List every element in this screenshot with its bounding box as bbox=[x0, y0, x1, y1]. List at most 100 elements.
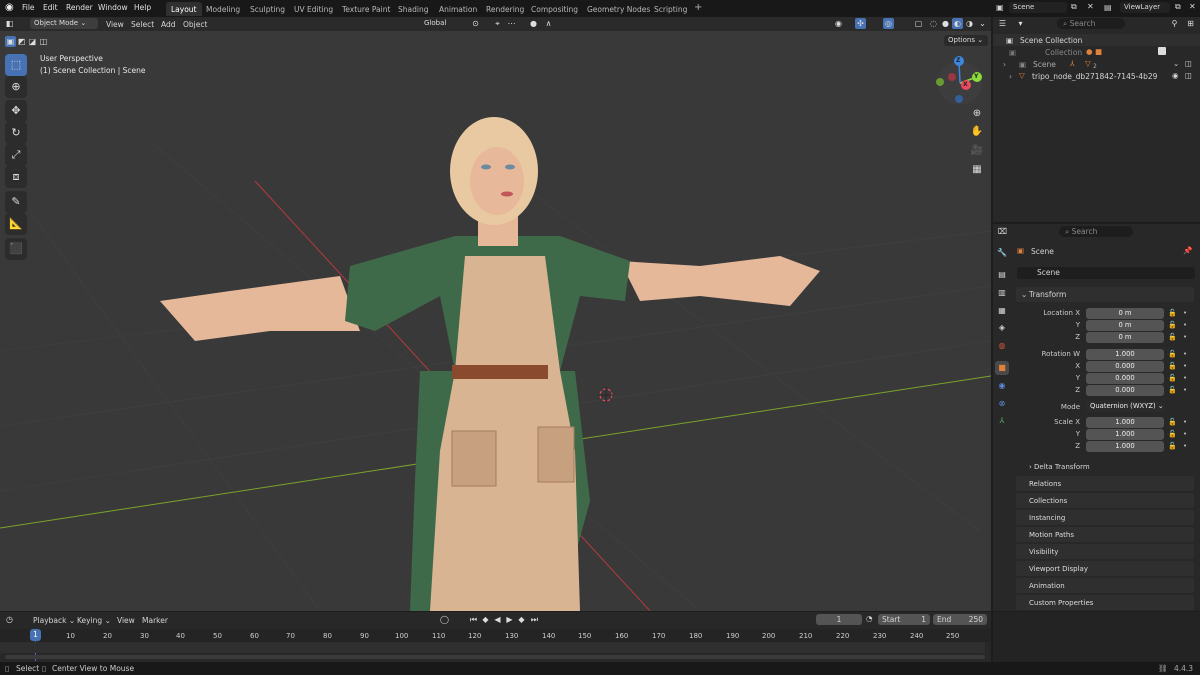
keyframe-dot-icon[interactable]: • bbox=[1183, 386, 1187, 394]
tab-sculpting[interactable]: Sculpting bbox=[245, 2, 290, 16]
expand-icon[interactable]: › bbox=[1003, 60, 1006, 69]
close-scene-icon[interactable]: ✕ bbox=[1087, 2, 1094, 11]
end-frame-field[interactable]: End 250 bbox=[933, 614, 987, 625]
lock-icon[interactable]: 🔓 bbox=[1168, 442, 1177, 450]
menu-edit[interactable]: Edit bbox=[43, 3, 58, 12]
add-workspace-icon[interactable]: + bbox=[694, 2, 702, 13]
lock-icon[interactable]: 🔓 bbox=[1168, 350, 1177, 358]
keyframe-dot-icon[interactable]: • bbox=[1183, 321, 1187, 329]
lock-icon[interactable]: 🔓 bbox=[1168, 321, 1177, 329]
timeline-menu-playback[interactable]: Playback ⌄ bbox=[33, 616, 75, 625]
timeline-track[interactable] bbox=[0, 642, 985, 653]
menu-object[interactable]: Object bbox=[183, 20, 207, 29]
pin-icon[interactable]: 📌 bbox=[1183, 246, 1192, 255]
menu-help[interactable]: Help bbox=[134, 3, 151, 12]
next-keyframe-icon[interactable]: ◆ bbox=[516, 614, 527, 625]
properties-search-input[interactable]: ⌕ Search bbox=[1059, 226, 1133, 237]
properties-editor-icon[interactable]: ⌧ bbox=[997, 226, 1008, 237]
scale-x-field[interactable]: 1.000 bbox=[1086, 417, 1164, 428]
select-subtract-icon[interactable]: ◪ bbox=[27, 36, 38, 47]
render-tab-icon[interactable]: ▤ bbox=[995, 268, 1009, 282]
scene-selector[interactable]: Scene bbox=[1009, 2, 1067, 13]
scale-y-field[interactable]: 1.000 bbox=[1086, 429, 1164, 440]
select-extend-icon[interactable]: ◩ bbox=[16, 36, 27, 47]
perspective-toggle-icon[interactable]: ▦ bbox=[969, 162, 985, 178]
menu-view[interactable]: View bbox=[106, 20, 124, 29]
expand-icon[interactable]: › bbox=[1009, 72, 1012, 81]
location-y-field[interactable]: 0 m bbox=[1086, 320, 1164, 331]
annotate-tool[interactable]: ✎ bbox=[5, 191, 27, 213]
relations-panel[interactable]: Relations bbox=[1016, 476, 1194, 491]
animation-panel[interactable]: Animation bbox=[1016, 578, 1194, 593]
keyframe-dot-icon[interactable]: • bbox=[1183, 350, 1187, 358]
proportional-edit-icon[interactable]: ● bbox=[528, 18, 539, 29]
visibility-panel[interactable]: Visibility bbox=[1016, 544, 1194, 559]
scale-tool[interactable]: ⤢ bbox=[5, 144, 27, 166]
transform-tool[interactable]: ⧈ bbox=[5, 166, 27, 188]
transform-panel-header[interactable]: ⌄ Transform bbox=[1016, 287, 1194, 302]
object-name-field[interactable]: Scene bbox=[1017, 267, 1195, 279]
motion-paths-panel[interactable]: Motion Paths bbox=[1016, 527, 1194, 542]
outliner-root-row[interactable]: ▣ Scene Collection bbox=[993, 34, 1200, 46]
outliner-editor-icon[interactable]: ☰ bbox=[997, 18, 1008, 29]
shading-options-icon[interactable]: ⌄ bbox=[977, 18, 988, 29]
lock-icon[interactable]: 🔓 bbox=[1168, 374, 1177, 382]
timeline-menu-view[interactable]: View bbox=[117, 616, 135, 625]
snap-target-icon[interactable]: ⋯ bbox=[506, 18, 517, 29]
start-frame-field[interactable]: Start 1 bbox=[878, 614, 930, 625]
editor-type-icon[interactable]: ◧ bbox=[4, 18, 15, 29]
gizmo-toggle-icon[interactable]: ✣ bbox=[855, 18, 866, 29]
close-viewlayer-icon[interactable]: ✕ bbox=[1189, 2, 1196, 11]
render-icon[interactable]: ◫ bbox=[1185, 59, 1192, 68]
tool-tab-icon[interactable]: 🔧 bbox=[995, 246, 1009, 260]
timeline-editor-icon[interactable]: ◷ bbox=[4, 614, 15, 625]
timeline-menu-marker[interactable]: Marker bbox=[142, 616, 168, 625]
select-box-tool[interactable]: ⬚ bbox=[5, 54, 27, 76]
rotation-y-field[interactable]: 0.000 bbox=[1086, 373, 1164, 384]
keyframe-dot-icon[interactable]: • bbox=[1183, 442, 1187, 450]
keyframe-dot-icon[interactable]: • bbox=[1183, 430, 1187, 438]
camera-view-icon[interactable]: 🎥 bbox=[969, 143, 985, 159]
tab-compositing[interactable]: Compositing bbox=[526, 2, 583, 16]
menu-render[interactable]: Render bbox=[66, 3, 93, 12]
scale-z-field[interactable]: 1.000 bbox=[1086, 441, 1164, 452]
tab-uv-editing[interactable]: UV Editing bbox=[289, 2, 338, 16]
render-icon[interactable]: ◫ bbox=[1185, 71, 1192, 80]
copy-scene-icon[interactable]: ⧉ bbox=[1071, 2, 1077, 12]
jump-start-icon[interactable]: ⏮ bbox=[468, 614, 479, 625]
lock-icon[interactable]: 🔓 bbox=[1168, 386, 1177, 394]
location-x-field[interactable]: 0 m bbox=[1086, 308, 1164, 319]
keyframe-dot-icon[interactable]: • bbox=[1183, 333, 1187, 341]
auto-keying-icon[interactable]: ◯ bbox=[439, 614, 450, 625]
menu-add[interactable]: Add bbox=[161, 20, 176, 29]
menu-window[interactable]: Window bbox=[98, 3, 128, 12]
visibility-eye-icon[interactable]: ◉ bbox=[1172, 71, 1179, 80]
rotation-mode-dropdown[interactable]: Quaternion (WXYZ) ⌄ bbox=[1086, 401, 1164, 412]
jump-end-icon[interactable]: ⏭ bbox=[529, 614, 540, 625]
scene-icon[interactable]: ▣ bbox=[996, 3, 1004, 12]
3d-viewport[interactable]: X Y Z User Perspective (1) Scene Collect… bbox=[0, 31, 991, 611]
menu-file[interactable]: File bbox=[22, 3, 35, 12]
timeline-menu-keying[interactable]: Keying ⌄ bbox=[77, 616, 111, 625]
snap-icon[interactable]: ⌖ bbox=[492, 18, 503, 29]
delta-transform-subpanel[interactable]: › Delta Transform bbox=[1024, 460, 1194, 474]
location-z-field[interactable]: 0 m bbox=[1086, 332, 1164, 343]
keyframe-dot-icon[interactable]: • bbox=[1183, 418, 1187, 426]
play-icon[interactable]: ▶ bbox=[504, 614, 515, 625]
outliner-row[interactable]: ▣ Collection ● ■ bbox=[993, 46, 1200, 58]
options-button[interactable]: Options ⌄ bbox=[944, 35, 988, 46]
lock-icon[interactable]: 🔓 bbox=[1168, 309, 1177, 317]
lock-icon[interactable]: 🔓 bbox=[1168, 430, 1177, 438]
outliner-search-input[interactable]: ⌕ Search bbox=[1057, 18, 1125, 29]
lock-icon[interactable]: 🔓 bbox=[1168, 418, 1177, 426]
prev-keyframe-icon[interactable]: ◆ bbox=[480, 614, 491, 625]
outliner-row[interactable]: › ▽ tripo_node_db271842-7145-4b29-... ◉ … bbox=[993, 70, 1200, 82]
select-new-icon[interactable]: ▣ bbox=[5, 36, 16, 47]
falloff-icon[interactable]: ∧ bbox=[543, 18, 554, 29]
tab-shading[interactable]: Shading bbox=[393, 2, 433, 16]
tab-texture-paint[interactable]: Texture Paint bbox=[337, 2, 395, 16]
viewlayer-icon[interactable]: ▤ bbox=[1104, 3, 1112, 12]
hide-icon[interactable]: ⌄ bbox=[1173, 59, 1179, 68]
tab-modeling[interactable]: Modeling bbox=[201, 2, 245, 16]
viewport-display-panel[interactable]: Viewport Display bbox=[1016, 561, 1194, 576]
